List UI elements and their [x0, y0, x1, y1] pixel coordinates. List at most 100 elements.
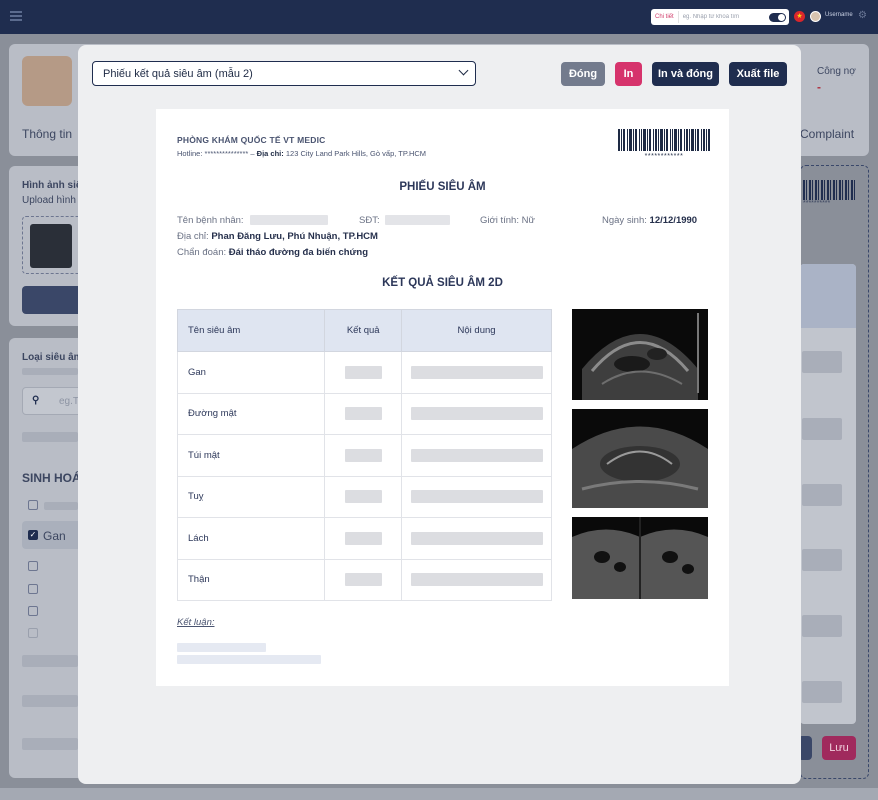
table-header-row: Tên siêu âm Kết quả Nội dung — [176, 309, 552, 352]
checkbox[interactable] — [28, 500, 38, 510]
placeholder-bar — [22, 432, 78, 442]
conclusion-placeholder — [177, 655, 321, 664]
upload-button[interactable] — [22, 286, 82, 314]
content-cell — [401, 392, 552, 435]
dob-value: 12/12/1990 — [649, 215, 698, 226]
address-label: Địa chỉ: — [256, 149, 284, 158]
address2-value: Phan Đăng Lưu, Phú Nhuận, TP.HCM — [211, 231, 378, 242]
sinh-hoa-heading: SINH HOÁ — [22, 471, 81, 485]
hotline-label: Hotline: — [177, 149, 203, 158]
address2-label: Địa chỉ: — [177, 231, 209, 242]
right-table-header — [800, 264, 856, 328]
organ-name: Gan — [176, 351, 326, 394]
gear-icon[interactable]: ⚙ — [858, 10, 867, 21]
gender-value: Nữ — [521, 215, 535, 226]
checkbox-checked-icon[interactable]: ✓ — [28, 530, 38, 540]
vietnam-flag-icon[interactable]: ★ — [794, 11, 805, 22]
tab-complaint[interactable]: Complaint — [800, 127, 854, 141]
address-value: 123 City Land Park Hills, Gò vấp, TP.HCM — [285, 149, 427, 158]
chitiet-label[interactable]: Chi tiết — [651, 11, 679, 23]
checkbox[interactable] — [28, 584, 38, 594]
address2-line: Địa chỉ: Phan Đăng Lưu, Phú Nhuận, TP.HC… — [177, 231, 378, 242]
gan-item-label: Gan — [43, 529, 66, 543]
thumbnail-image[interactable] — [30, 224, 72, 268]
patient-name-redacted — [250, 215, 328, 225]
placeholder-bar — [802, 549, 842, 571]
table-row: Túi mật — [176, 434, 552, 477]
dob-label: Ngày sinh: — [602, 215, 647, 226]
content-cell — [401, 558, 552, 601]
table-row: Tuỵ — [176, 475, 552, 518]
top-bar: Chi tiết eg. Nhập từ khoá tìm ★ Username… — [0, 0, 878, 34]
user-avatar[interactable] — [810, 11, 821, 22]
template-select[interactable]: Phiếu kết quả siêu âm (mẫu 2) — [92, 61, 476, 86]
phone-label: SĐT: — [359, 215, 380, 226]
bg-barcode — [803, 180, 855, 200]
profile-avatar — [22, 56, 72, 106]
section-title: KẾT QUẢ SIÊU ÂM 2D — [382, 277, 503, 289]
placeholder-bar — [22, 695, 78, 707]
result-cell — [324, 392, 403, 435]
content-cell — [401, 434, 552, 477]
xuat-file-button[interactable]: Xuất file — [729, 62, 787, 86]
chevron-down-icon — [458, 65, 469, 76]
diagnosis-value: Đái tháo đường đa biến chứng — [228, 247, 369, 258]
organ-name: Túi mật — [176, 434, 326, 477]
header-search[interactable]: Chi tiết eg. Nhập từ khoá tìm — [651, 9, 789, 25]
ultrasound-image — [572, 309, 708, 400]
placeholder-bar — [802, 484, 842, 506]
organ-name: Tuỵ — [176, 475, 326, 518]
upload-label: Upload hình — [22, 195, 76, 206]
table-row: Lách — [176, 517, 552, 560]
menu-icon[interactable] — [10, 11, 22, 21]
conclusion-label: Kết luận: — [177, 617, 215, 628]
gender-label: Giới tính: — [480, 215, 519, 226]
tab-thong-tin[interactable]: Thông tin — [22, 127, 72, 141]
cong-no-label: Công nợ — [817, 66, 856, 77]
in-va-dong-button[interactable]: In và đóng — [652, 62, 719, 86]
conclusion-placeholder — [177, 643, 266, 652]
dong-button[interactable]: Đóng — [561, 62, 605, 86]
table-row: Đường mật — [176, 392, 552, 435]
print-preview-modal: Phiếu kết quả siêu âm (mẫu 2) Đóng In In… — [78, 45, 801, 784]
placeholder-bar — [22, 368, 78, 375]
clinic-name: PHÒNG KHÁM QUỐC TẾ VT MEDIC — [177, 135, 326, 145]
username[interactable]: Username — [825, 12, 853, 18]
in-button[interactable]: In — [615, 62, 642, 86]
placeholder-bar — [22, 655, 78, 667]
checkbox[interactable] — [28, 628, 38, 638]
luu-button[interactable]: Lưu — [822, 736, 856, 760]
checkbox[interactable] — [28, 606, 38, 616]
column-header: Tên siêu âm — [176, 309, 326, 352]
placeholder-bar — [802, 681, 842, 703]
header-search-input[interactable]: eg. Nhập từ khoá tìm — [679, 14, 769, 20]
table-row: Thận — [176, 558, 552, 601]
result-cell — [324, 475, 403, 518]
gender-line: Giới tính: Nữ — [480, 215, 535, 226]
ultrasound-results-table: Tên siêu âm Kết quả Nội dung Gan Đường m… — [176, 309, 552, 601]
organ-name: Thận — [176, 558, 326, 601]
placeholder-bar — [22, 738, 78, 750]
column-header: Kết quả — [324, 309, 403, 352]
organ-name: Lách — [176, 517, 326, 560]
patient-name-label: Tên bệnh nhân: — [177, 215, 244, 226]
cong-no-value: - — [817, 80, 821, 94]
header-toggle[interactable] — [769, 12, 786, 22]
result-cell — [324, 558, 403, 601]
table-row: Gan — [176, 351, 552, 394]
column-header: Nội dung — [401, 309, 552, 352]
document-title: PHIẾU SIÊU ÂM — [399, 181, 486, 193]
placeholder-bar — [802, 418, 842, 440]
content-cell — [401, 517, 552, 560]
organ-name: Đường mật — [176, 392, 326, 435]
content-cell — [401, 351, 552, 394]
ultrasound-image — [572, 517, 708, 599]
ultrasound-image — [572, 409, 708, 508]
document-paper: PHÒNG KHÁM QUỐC TẾ VT MEDIC Hotline: ***… — [156, 109, 729, 686]
barcode-number: ************ — [644, 153, 684, 160]
type-search-placeholder: eg.T — [59, 396, 80, 407]
phone-redacted — [385, 215, 450, 225]
bg-barcode-text: ********** — [803, 200, 831, 207]
result-cell — [324, 517, 403, 560]
checkbox[interactable] — [28, 561, 38, 571]
